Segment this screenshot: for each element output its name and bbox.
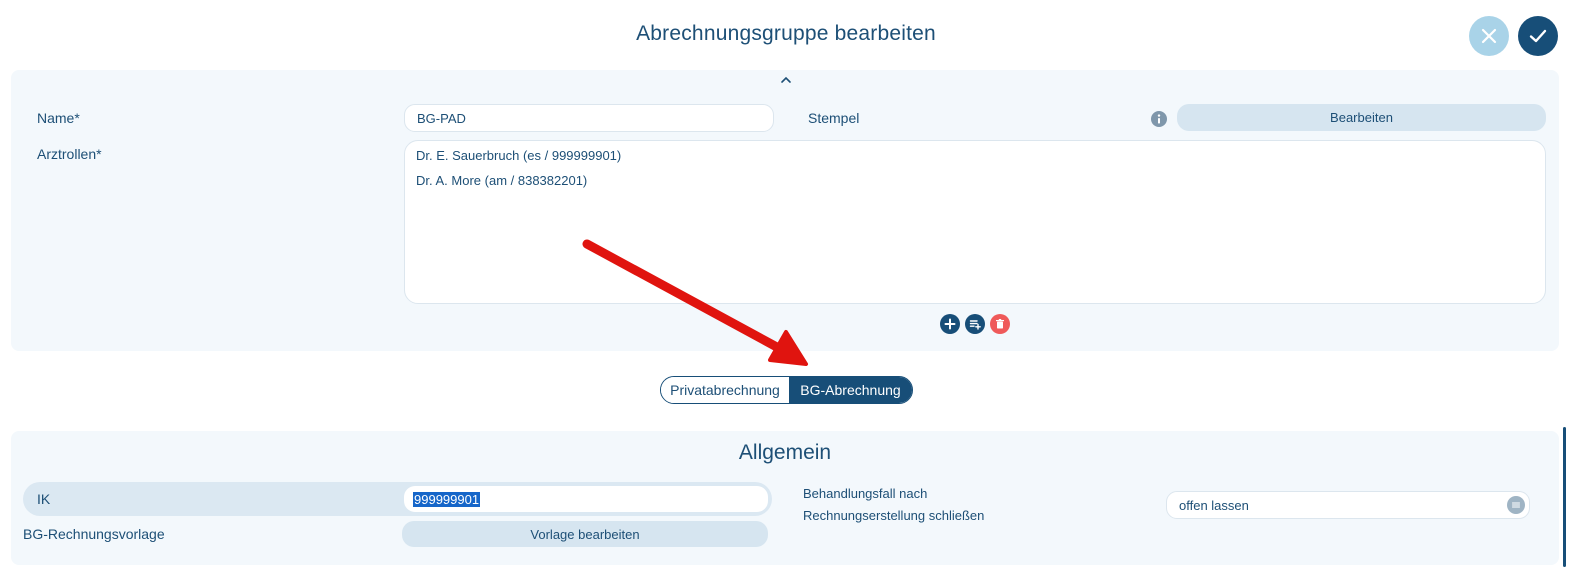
ik-input[interactable]: 999999901: [404, 486, 768, 512]
edit-list-button[interactable]: [965, 314, 985, 334]
behandlung-select-value: offen lassen: [1179, 497, 1249, 513]
plus-icon: [944, 318, 956, 330]
billing-type-toggle[interactable]: Privatabrechnung BG-Abrechnung: [660, 376, 913, 404]
toggle-option-bg-abrechnung[interactable]: BG-Abrechnung: [788, 377, 912, 403]
close-icon: [1481, 28, 1497, 44]
menu-icon[interactable]: [1507, 496, 1525, 514]
name-label: Name*: [37, 110, 80, 126]
vorlage-edit-button[interactable]: Vorlage bearbeiten: [402, 521, 768, 547]
playlist-add-icon: [969, 320, 981, 330]
stempel-label: Stempel: [808, 110, 860, 126]
vorlage-label: BG-Rechnungsvorlage: [23, 526, 165, 542]
page-title: Abrechnungsgruppe bearbeiten: [636, 22, 936, 45]
list-item[interactable]: Dr. A. More (am / 838382201): [416, 173, 587, 188]
confirm-button[interactable]: [1518, 16, 1558, 56]
arztrollen-label: Arztrollen*: [37, 146, 102, 162]
add-arztrolle-button[interactable]: [940, 314, 960, 334]
ik-value-selected: 999999901: [413, 491, 481, 507]
scrollbar[interactable]: [1563, 427, 1566, 567]
list-item[interactable]: Dr. E. Sauerbruch (es / 999999901): [416, 148, 621, 163]
stempel-edit-button[interactable]: Bearbeiten: [1177, 104, 1546, 131]
cancel-button[interactable]: [1469, 16, 1509, 56]
behandlung-label-line2: Rechnungserstellung schließen: [803, 508, 985, 523]
section-title: Allgemein: [738, 441, 832, 464]
name-input[interactable]: BG-PAD: [404, 104, 774, 132]
info-icon[interactable]: [1151, 111, 1167, 127]
behandlung-select[interactable]: offen lassen: [1166, 491, 1530, 519]
trash-icon: [996, 319, 1004, 329]
toggle-option-privatabrechnung[interactable]: Privatabrechnung: [661, 377, 789, 403]
behandlung-label-line1: Behandlungsfall nach: [803, 486, 928, 501]
delete-arztrolle-button[interactable]: [990, 314, 1010, 334]
arztrollen-list[interactable]: Dr. E. Sauerbruch (es / 999999901) Dr. A…: [404, 140, 1546, 304]
ik-label: IK: [37, 491, 51, 507]
check-icon: [1529, 29, 1547, 43]
collapse-chevron-up-icon[interactable]: [778, 74, 794, 86]
